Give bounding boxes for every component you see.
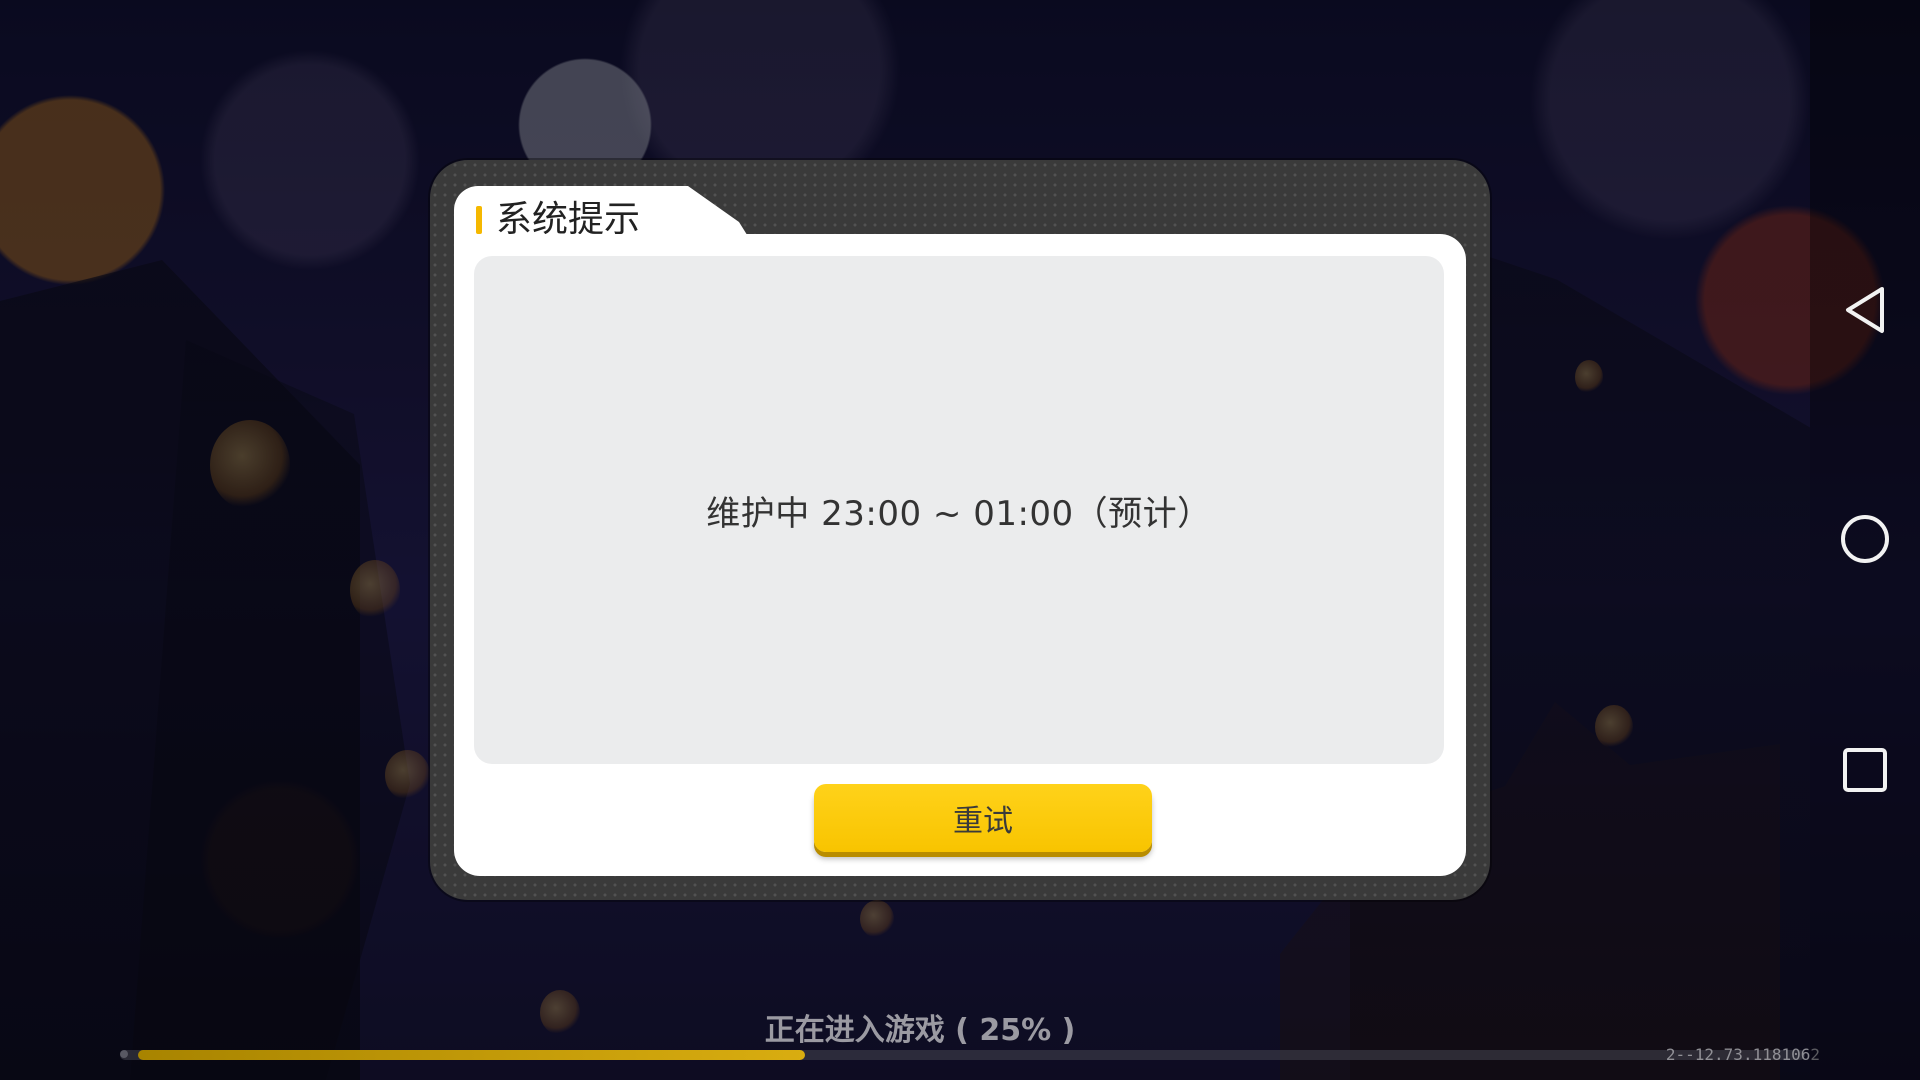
nav-home-button[interactable] <box>1838 512 1892 566</box>
loading-status: 正在进入游戏 ( 25% ) <box>0 1005 1920 1049</box>
maintenance-message: 维护中 23:00 ~ 01:00（预计） <box>706 493 1212 534</box>
recent-square-icon <box>1843 748 1887 792</box>
retry-button[interactable]: 重试 <box>814 784 1152 852</box>
loading-progress-fill <box>138 1050 805 1060</box>
back-triangle-icon <box>1846 287 1884 333</box>
nav-back-button[interactable] <box>1838 283 1892 337</box>
dialog-body: 维护中 23:00 ~ 01:00（预计） 重试 <box>454 234 1466 876</box>
home-circle-icon <box>1841 515 1889 563</box>
system-prompt-dialog: 系统提示 维护中 23:00 ~ 01:00（预计） 重试 <box>430 160 1490 900</box>
message-panel: 维护中 23:00 ~ 01:00（预计） <box>474 256 1444 764</box>
nav-recent-button[interactable] <box>1838 743 1892 797</box>
loading-progress-bar <box>120 1050 1805 1060</box>
version-label: 2--12.73.1181062 <box>1665 1045 1820 1064</box>
android-nav-bar <box>1810 0 1920 1080</box>
title-accent-bar <box>476 206 482 234</box>
loading-status-text: 正在进入游戏 ( 25% ) <box>764 1013 1076 1048</box>
progress-start-dot <box>120 1050 128 1058</box>
